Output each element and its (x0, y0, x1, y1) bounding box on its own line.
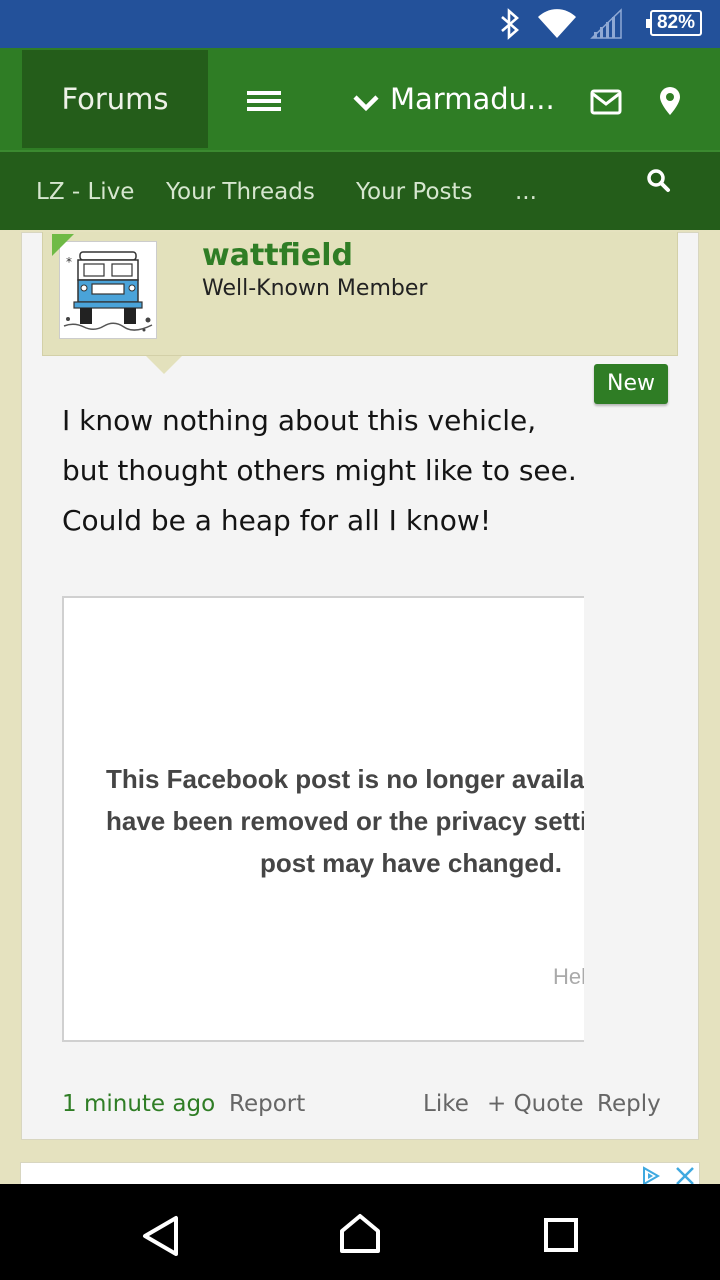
ad-choices-icon[interactable] (640, 1166, 666, 1186)
sub-nav: LZ - Live Your Threads Your Posts ... (0, 150, 720, 230)
embed-message-line: post may have changed. (260, 848, 562, 878)
user-panel-pointer (146, 356, 182, 374)
subnav-more[interactable]: ... (515, 152, 537, 232)
home-icon[interactable] (312, 1184, 408, 1280)
post-body-line: Could be a heap for all I know! (62, 504, 492, 537)
facebook-embed: This Facebook post is no longer availabl… (62, 596, 584, 1042)
signal-icon (590, 8, 622, 39)
wifi-icon (538, 9, 576, 39)
avatar[interactable]: * (59, 241, 157, 339)
bluetooth-icon (501, 8, 519, 40)
forums-tab[interactable]: Forums (22, 50, 208, 148)
subnav-item-lz-live[interactable]: LZ - Live (36, 152, 134, 232)
subnav-item-your-posts[interactable]: Your Posts (356, 152, 473, 232)
recents-icon[interactable] (512, 1184, 608, 1280)
chevron-down-icon (353, 95, 379, 112)
battery-icon: 82% (646, 10, 702, 36)
back-icon[interactable] (112, 1184, 208, 1280)
post-timestamp[interactable]: 1 minute ago (62, 1086, 215, 1122)
reply-link[interactable]: Reply (597, 1086, 661, 1122)
post-body-line: I know nothing about this vehicle, (62, 404, 537, 437)
svg-text:*: * (66, 255, 72, 269)
menu-icon[interactable] (247, 91, 281, 111)
status-bar: 82% (0, 0, 720, 48)
post-body-line: but thought others might like to see. (62, 454, 577, 487)
search-icon[interactable] (646, 168, 672, 194)
like-link[interactable]: Like (423, 1086, 469, 1122)
post-username[interactable]: wattfield (202, 236, 353, 276)
location-pin-icon[interactable] (659, 86, 681, 116)
quote-link[interactable]: + Quote (487, 1086, 584, 1122)
embed-message-line: have been removed or the privacy setting… (106, 806, 584, 836)
close-icon[interactable] (674, 1166, 696, 1186)
system-nav-bar (0, 1184, 720, 1280)
top-nav: Forums Marmadu... (0, 48, 720, 150)
subnav-item-your-threads[interactable]: Your Threads (166, 152, 315, 232)
report-link[interactable]: Report (229, 1086, 305, 1122)
user-name-label: Marmadu... (390, 82, 555, 116)
embed-unavailable-message: This Facebook post is no longer availabl… (106, 758, 584, 884)
mail-icon[interactable] (590, 89, 622, 115)
post-body: I know nothing about this vehicle, but t… (62, 396, 662, 546)
ad-banner[interactable] (20, 1162, 700, 1186)
user-title: Well-Known Member (202, 276, 428, 301)
embed-message-line: This Facebook post is no longer availabl… (106, 764, 584, 794)
embed-help-link[interactable]: Help (553, 964, 584, 990)
vehicle-avatar-image: * (63, 251, 153, 332)
